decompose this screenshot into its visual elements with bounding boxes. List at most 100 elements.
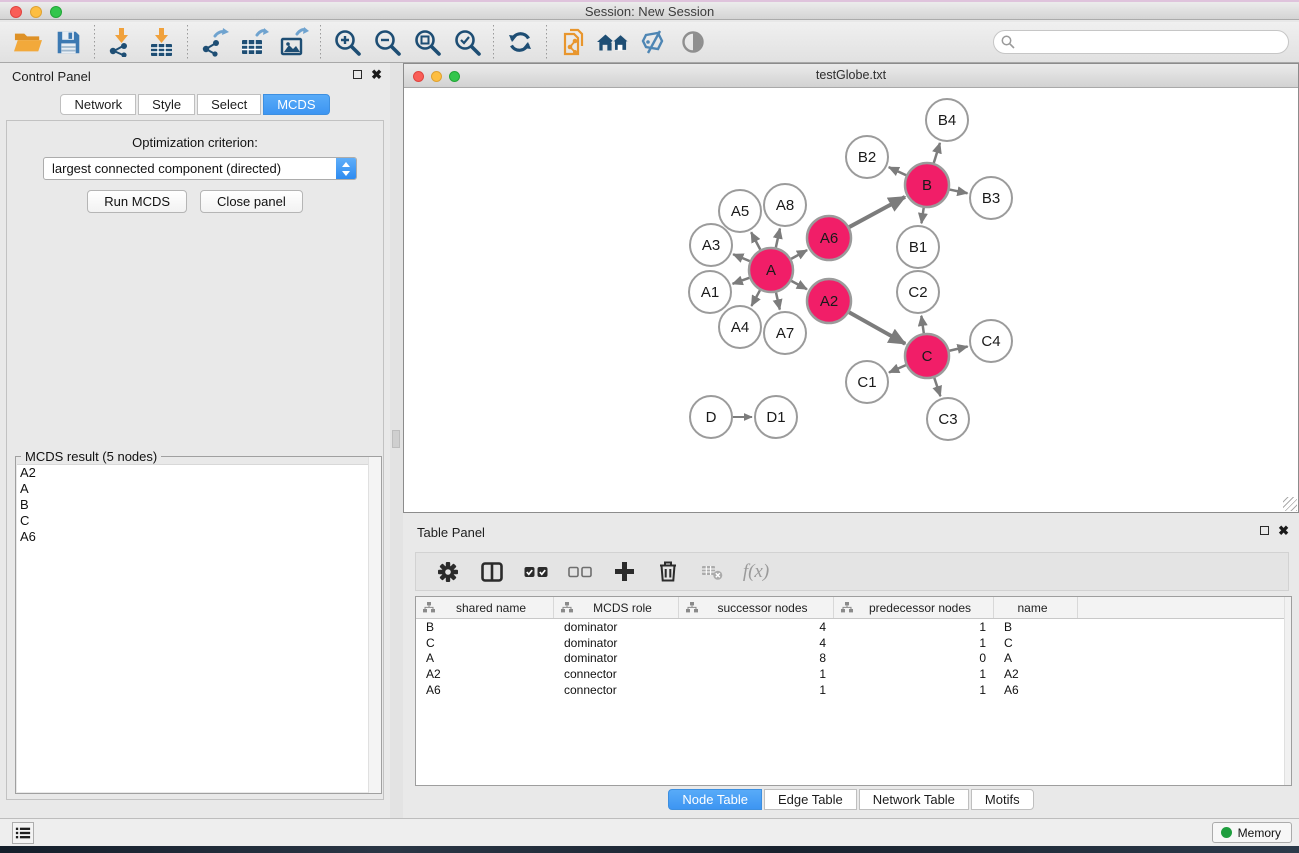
graph-node-label-D1: D1 (766, 409, 785, 426)
float-panel-icon[interactable] (353, 70, 362, 79)
graph-node-label-C1: C1 (857, 374, 876, 391)
column-header-shared-name[interactable]: shared name (416, 597, 554, 618)
new-network-from-selection-icon[interactable] (553, 25, 593, 59)
mcds-result-item[interactable]: A (17, 481, 380, 497)
table-panel-title: Table Panel (417, 525, 485, 540)
task-history-icon[interactable] (12, 822, 34, 844)
table-row[interactable]: Adominator80A (416, 650, 1291, 666)
first-neighbors-icon[interactable] (593, 25, 633, 59)
function-builder-icon[interactable]: f(x) (742, 558, 770, 586)
zoom-fit-icon[interactable] (407, 25, 447, 59)
network-view-window: testGlobe.txt B4B2BB3B1A5A8A6A3AA1C2A2A4… (403, 63, 1299, 513)
zoom-out-icon[interactable] (367, 25, 407, 59)
graph-edge-C-C2[interactable] (921, 316, 923, 333)
dropdown-stepper-icon[interactable] (336, 158, 356, 179)
table-row[interactable]: A6connector11A6 (416, 682, 1291, 698)
graph-edge-B-B1[interactable] (921, 208, 923, 223)
table-header-row[interactable]: shared nameMCDS rolesuccessor nodesprede… (416, 597, 1291, 619)
hide-labels-icon[interactable] (633, 25, 673, 59)
graph-edge-C-C4[interactable] (949, 346, 967, 350)
graph-node-label-A3: A3 (702, 237, 720, 254)
toolbar-separator (493, 25, 494, 59)
delete-column-icon[interactable] (654, 558, 682, 586)
result-scrollbar[interactable] (368, 457, 381, 793)
graph-edge-B-B4[interactable] (934, 143, 940, 163)
tab-select[interactable]: Select (197, 94, 261, 115)
divider-handle[interactable] (392, 430, 400, 448)
graph-edge-A-A8[interactable] (776, 228, 780, 247)
search-input[interactable] (993, 30, 1289, 54)
memory-status-icon (1221, 827, 1232, 838)
graph-edge-B-B3[interactable] (950, 190, 968, 194)
export-image-icon[interactable] (274, 25, 314, 59)
graph-edge-A-A2[interactable] (791, 281, 807, 289)
mcds-result-item[interactable]: A2 (17, 465, 380, 481)
column-header-MCDS-role[interactable]: MCDS role (554, 597, 679, 618)
float-table-panel-icon[interactable] (1260, 526, 1269, 535)
mcds-result-item[interactable]: C (17, 513, 380, 529)
column-header-name[interactable]: name (994, 597, 1078, 618)
network-window-title: testGlobe.txt (404, 68, 1298, 82)
control-panel-tabs: NetworkStyleSelectMCDS (0, 94, 390, 115)
graph-edge-A-A5[interactable] (751, 232, 760, 249)
graph-edge-C-C3[interactable] (934, 378, 940, 396)
export-network-icon[interactable] (194, 25, 234, 59)
refresh-icon[interactable] (500, 25, 540, 59)
graph-edge-B-B2[interactable] (889, 167, 906, 175)
tab-style[interactable]: Style (138, 94, 195, 115)
close-panel-icon[interactable]: ✖ (371, 69, 382, 80)
delete-table-icon[interactable] (698, 558, 726, 586)
graph-edge-C-C1[interactable] (889, 365, 906, 372)
graphics-details-icon[interactable] (673, 25, 713, 59)
mcds-result-list[interactable]: A2ABCA6 (17, 464, 380, 792)
save-session-icon[interactable] (48, 25, 88, 59)
mcds-result-item[interactable]: A6 (17, 529, 380, 545)
resize-grip-icon[interactable] (1283, 497, 1297, 511)
tab-network[interactable]: Network (60, 94, 136, 115)
column-header-predecessor-nodes[interactable]: predecessor nodes (834, 597, 994, 618)
table-row[interactable]: Cdominator41C (416, 635, 1291, 651)
column-header-successor-nodes[interactable]: successor nodes (679, 597, 834, 618)
graph-node-label-B4: B4 (938, 112, 956, 129)
mcds-result-item[interactable]: B (17, 497, 380, 513)
graph-edge-A2-C[interactable] (849, 312, 905, 344)
close-table-panel-icon[interactable]: ✖ (1278, 525, 1289, 536)
memory-button[interactable]: Memory (1212, 822, 1292, 843)
control-panel-title: Control Panel (12, 69, 91, 84)
graph-node-label-A7: A7 (776, 325, 794, 342)
table-tab-network-table[interactable]: Network Table (859, 789, 969, 810)
table-row[interactable]: A2connector11A2 (416, 666, 1291, 682)
add-column-icon[interactable] (610, 558, 638, 586)
graph-edge-A-A7[interactable] (776, 292, 780, 309)
export-table-icon[interactable] (234, 25, 274, 59)
import-network-icon[interactable] (101, 25, 141, 59)
show-columns-icon[interactable] (478, 558, 506, 586)
graph-edge-A-A1[interactable] (733, 278, 750, 284)
graph-edge-A-A6[interactable] (791, 250, 807, 259)
panel-divider[interactable] (390, 63, 403, 818)
unselect-all-columns-icon[interactable] (566, 558, 594, 586)
table-tab-motifs[interactable]: Motifs (971, 789, 1034, 810)
graph-node-label-C4: C4 (981, 333, 1000, 350)
tab-mcds[interactable]: MCDS (263, 94, 329, 115)
zoom-selected-icon[interactable] (447, 25, 487, 59)
table-row[interactable]: Bdominator41B (416, 619, 1291, 635)
close-panel-button[interactable]: Close panel (200, 190, 303, 213)
table-tab-edge-table[interactable]: Edge Table (764, 789, 857, 810)
table-options-gear-icon[interactable] (434, 558, 462, 586)
toolbar-separator (546, 25, 547, 59)
zoom-in-icon[interactable] (327, 25, 367, 59)
graph-edge-A-A4[interactable] (751, 290, 760, 306)
network-canvas[interactable]: B4B2BB3B1A5A8A6A3AA1C2A2A4A7C4CC1C3DD1 (404, 88, 1298, 512)
import-table-icon[interactable] (141, 25, 181, 59)
open-file-icon[interactable] (8, 25, 48, 59)
table-tab-node-table[interactable]: Node Table (668, 789, 762, 810)
graph-edge-A6-B[interactable] (849, 197, 905, 227)
criterion-dropdown[interactable]: largest connected component (directed) (43, 157, 357, 180)
column-type-icon (423, 602, 435, 613)
control-panel: Control Panel ✖ NetworkStyleSelectMCDS O… (0, 63, 390, 818)
table-scrollbar[interactable] (1284, 597, 1291, 785)
run-mcds-button[interactable]: Run MCDS (87, 190, 187, 213)
select-all-columns-icon[interactable] (522, 558, 550, 586)
graph-edge-A-A3[interactable] (733, 254, 750, 261)
